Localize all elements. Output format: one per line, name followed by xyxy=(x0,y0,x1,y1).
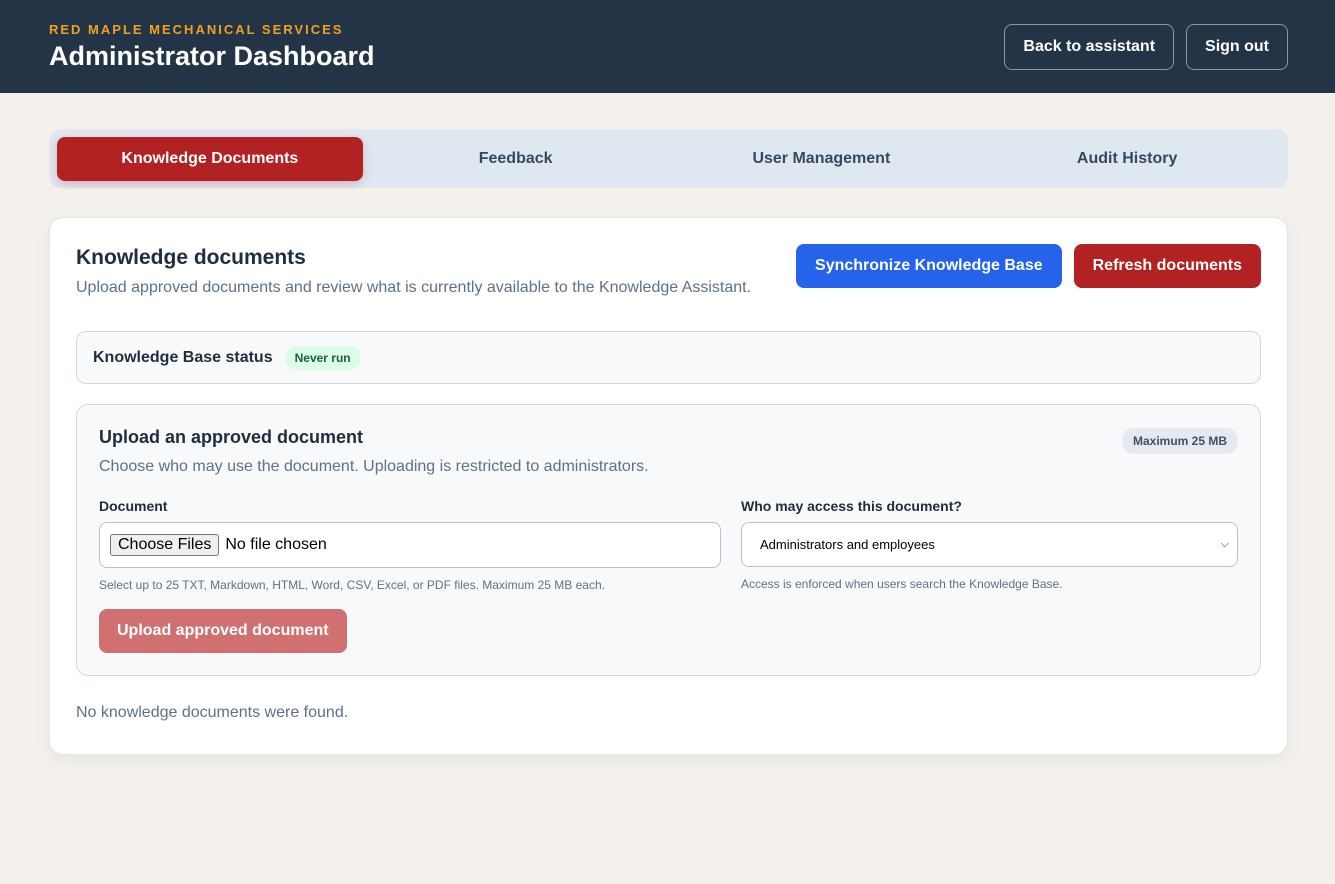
synchronize-knowledge-base-button[interactable]: Synchronize Knowledge Base xyxy=(796,244,1062,288)
panel-title: Knowledge documents xyxy=(76,246,306,269)
document-field: Document Choose Files No file chosen Sel… xyxy=(99,498,721,592)
brand: RED MAPLE MECHANICAL SERVICES Administra… xyxy=(49,22,375,72)
top-bar: RED MAPLE MECHANICAL SERVICES Administra… xyxy=(0,0,1335,93)
tab-feedback[interactable]: Feedback xyxy=(363,137,669,181)
status-label: Knowledge Base status xyxy=(93,348,273,366)
max-size-badge: Maximum 25 MB xyxy=(1121,428,1238,454)
access-label: Who may access this document? xyxy=(741,498,962,514)
chevron-down-icon: ⌵ xyxy=(1220,538,1229,550)
upload-section: Upload an approved document Choose who m… xyxy=(76,404,1261,676)
sign-out-button[interactable]: Sign out xyxy=(1186,23,1288,70)
file-status-text: No file chosen xyxy=(225,536,327,553)
refresh-documents-button[interactable]: Refresh documents xyxy=(1073,244,1261,288)
status-badge: Never run xyxy=(284,345,361,370)
company-name: RED MAPLE MECHANICAL SERVICES xyxy=(49,21,344,37)
upload-fields: Document Choose Files No file chosen Sel… xyxy=(99,498,1238,592)
admin-tabs: Knowledge Documents Feedback User Manage… xyxy=(49,129,1288,188)
tab-user-management[interactable]: User Management xyxy=(669,137,975,181)
upload-approved-document-button[interactable]: Upload approved document xyxy=(99,609,347,653)
header-actions: Back to assistant Sign out xyxy=(1004,23,1288,70)
panel-subtitle: Upload approved documents and review wha… xyxy=(76,279,752,296)
access-hint: Access is enforced when users search the… xyxy=(741,577,1063,591)
knowledge-documents-panel: Knowledge documents Upload approved docu… xyxy=(49,217,1288,755)
access-select-value: Administrators and employees xyxy=(760,537,935,552)
panel-heading: Knowledge documents Upload approved docu… xyxy=(76,244,751,297)
panel-header: Knowledge documents Upload approved docu… xyxy=(76,244,1261,297)
upload-title: Upload an approved document xyxy=(99,427,364,447)
knowledge-base-status: Knowledge Base status Never run xyxy=(76,331,1261,384)
access-field: Who may access this document? Administra… xyxy=(741,498,1238,592)
panel-actions: Synchronize Knowledge Base Refresh docum… xyxy=(796,244,1261,288)
document-label: Document xyxy=(99,498,168,514)
document-hint: Select up to 25 TXT, Markdown, HTML, Wor… xyxy=(99,578,605,592)
tab-audit-history[interactable]: Audit History xyxy=(974,137,1280,181)
page-title: Administrator Dashboard xyxy=(49,40,375,71)
access-select[interactable]: Administrators and employees ⌵ xyxy=(741,522,1238,567)
tab-knowledge-documents[interactable]: Knowledge Documents xyxy=(57,136,363,181)
back-to-assistant-button[interactable]: Back to assistant xyxy=(1004,23,1175,70)
file-input[interactable]: Choose Files No file chosen xyxy=(99,522,721,568)
choose-files-button[interactable]: Choose Files xyxy=(110,534,220,556)
empty-state-text: No knowledge documents were found. xyxy=(76,704,349,721)
upload-subtitle: Choose who may use the document. Uploadi… xyxy=(99,458,649,475)
